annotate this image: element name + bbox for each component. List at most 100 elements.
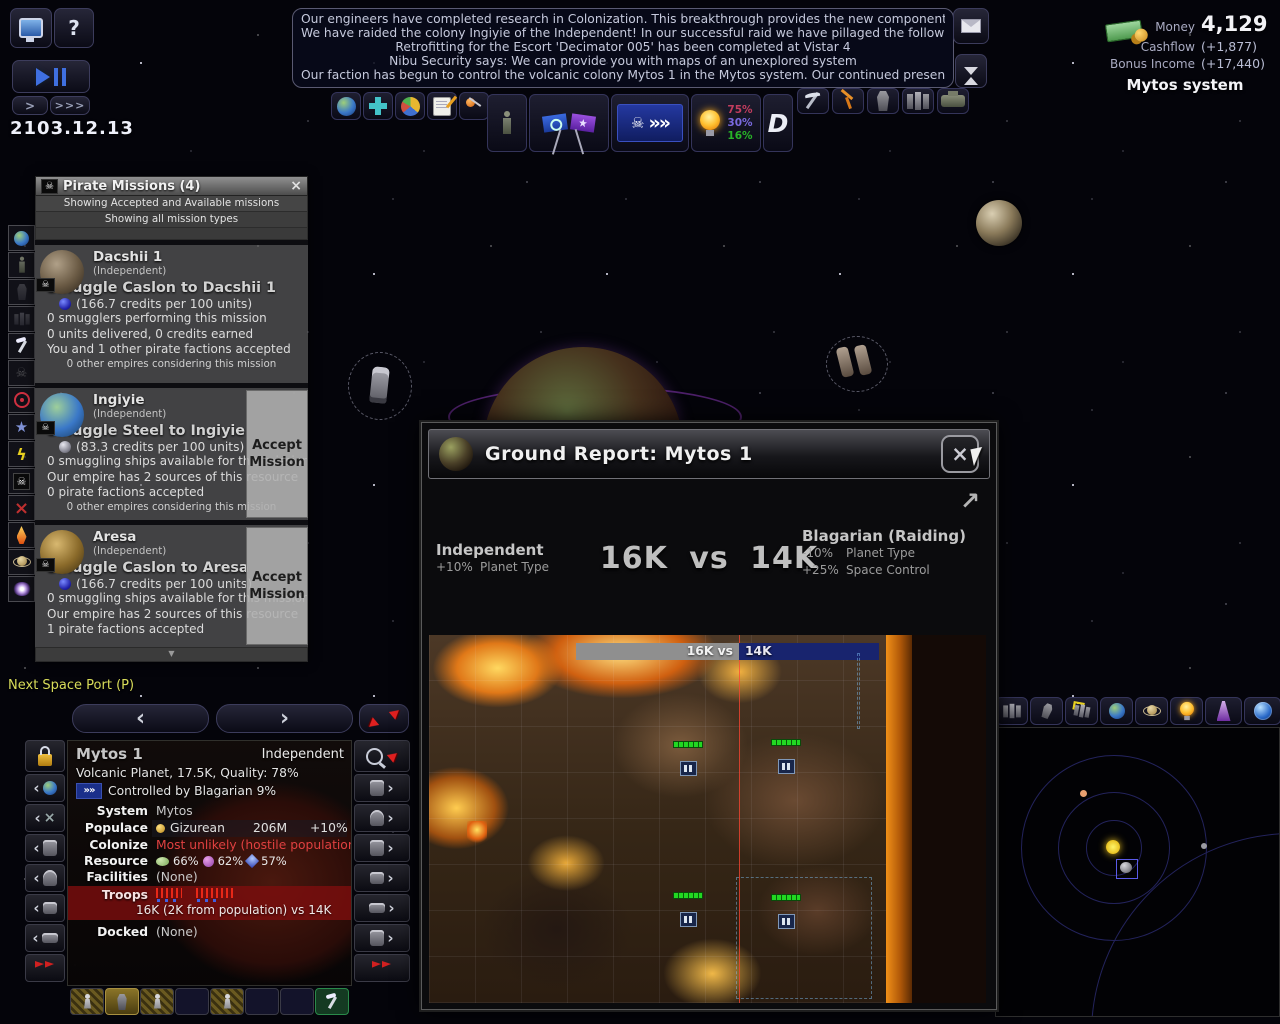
garrison-slot-empty[interactable] xyxy=(175,988,209,1015)
event-message[interactable]: Retrofitting for the Escort 'Decimator 0… xyxy=(301,41,945,55)
garrison-slot-infantry[interactable] xyxy=(210,988,244,1015)
minimap-selection-box[interactable] xyxy=(1116,859,1138,879)
ship-selection-1[interactable] xyxy=(348,352,412,420)
options-button[interactable] xyxy=(10,8,52,48)
next-ship-button[interactable]: › xyxy=(354,864,410,892)
galaxy-map-button[interactable] xyxy=(331,92,361,120)
sidebar-item-rockets[interactable] xyxy=(8,522,35,548)
sidebar-item-espionage[interactable]: ☠ xyxy=(8,360,35,386)
show-nebula-button[interactable] xyxy=(1205,697,1242,725)
construction-button[interactable] xyxy=(832,88,864,114)
next-ship-minimap-button[interactable] xyxy=(1030,697,1063,725)
mission-filter-accepted[interactable]: Showing Accepted and Available missions xyxy=(35,196,308,212)
garrison-slot-build[interactable] xyxy=(315,988,349,1015)
help-button[interactable]: ? xyxy=(54,8,94,48)
next-colony-button[interactable]: › xyxy=(354,774,410,802)
show-ringed-planets-button[interactable] xyxy=(1135,697,1168,725)
close-icon[interactable]: × xyxy=(290,178,302,194)
sidebar-item-planets[interactable] xyxy=(8,549,35,575)
sidebar-item-energy[interactable]: ϟ xyxy=(8,441,35,467)
minimap-sun[interactable] xyxy=(1106,840,1120,854)
event-message[interactable]: We have raided the colony Ingiyie of the… xyxy=(301,27,945,41)
pirate-missions-titlebar[interactable]: ☠ Pirate Missions (4) × xyxy=(35,176,308,196)
lock-selection-button[interactable] xyxy=(25,740,65,772)
accept-mission-button[interactable]: Accept Mission xyxy=(246,390,308,518)
prev-base-button[interactable]: ‹ xyxy=(25,924,65,952)
system-minimap[interactable] xyxy=(995,727,1280,1017)
garrison-slot-infantry[interactable] xyxy=(70,988,104,1015)
design-list-button[interactable] xyxy=(427,92,457,120)
prev-battle-button[interactable]: ‹× xyxy=(25,804,65,832)
sidebar-item-ships[interactable] xyxy=(8,306,35,332)
galaxy-view-button[interactable] xyxy=(1244,697,1280,725)
mining-button[interactable] xyxy=(797,88,829,114)
sidebar-item-favorites[interactable]: ★ xyxy=(8,414,35,440)
next-button[interactable]: › xyxy=(216,704,353,733)
minimap-planet-inner[interactable] xyxy=(1080,790,1087,797)
event-message[interactable]: Nibu Security says: We can provide you w… xyxy=(301,55,945,69)
next-station-minimap-button[interactable] xyxy=(1065,697,1098,725)
encyclopedia-button[interactable]: D xyxy=(763,94,793,152)
prev-troop-button[interactable]: ‹ xyxy=(25,834,65,862)
garrison-slot-infantry[interactable] xyxy=(140,988,174,1015)
previous-button[interactable]: ‹ xyxy=(72,704,209,733)
messages-button[interactable] xyxy=(953,8,989,44)
event-message[interactable]: Our faction has begun to control the vol… xyxy=(301,69,945,83)
next-base-button[interactable]: › xyxy=(354,924,410,952)
mission-filter-types[interactable]: Showing all mission types xyxy=(35,212,308,228)
characters-button[interactable] xyxy=(487,94,527,152)
research-button[interactable]: 75% 30% 16% xyxy=(691,94,761,152)
mission-list-scroll-down[interactable]: ▼ xyxy=(35,647,308,662)
pirate-relations-button[interactable]: ☠ »» xyxy=(611,94,689,152)
show-research-button[interactable] xyxy=(1170,697,1203,725)
sidebar-item-war[interactable]: × xyxy=(8,495,35,521)
ship-selection-2[interactable] xyxy=(826,336,888,392)
ground-battle-map[interactable]: 16K vs 14K xyxy=(429,635,986,1003)
troop-button[interactable] xyxy=(867,88,899,114)
garrison-slot-mech[interactable] xyxy=(105,988,139,1015)
diplomacy-button[interactable] xyxy=(529,94,609,152)
zoom-to-button[interactable] xyxy=(354,740,410,772)
jump-to-button[interactable] xyxy=(359,704,409,733)
next-battle-button[interactable]: › xyxy=(354,804,410,832)
prev-ship-button[interactable]: ‹ xyxy=(25,864,65,892)
minimap-planet-outer[interactable] xyxy=(1201,843,1207,849)
mission-card-dacshii[interactable]: ☠ Dacshii 1 (Independent) Smuggle Caslon… xyxy=(35,245,308,383)
garrison-slot-empty[interactable] xyxy=(280,988,314,1015)
prev-target-button[interactable] xyxy=(25,954,65,982)
mission-card-ingiyie[interactable]: ☠ Ingiyie (Independent) Smuggle Steel to… xyxy=(35,388,308,520)
troop-group-button[interactable] xyxy=(902,88,934,114)
defending-unit[interactable] xyxy=(680,761,697,776)
planet-top-right[interactable] xyxy=(976,200,1022,246)
sidebar-item-attack-target[interactable] xyxy=(8,387,35,413)
play-pause-button[interactable] xyxy=(12,60,90,93)
event-message[interactable]: Our engineers have completed research in… xyxy=(301,13,945,27)
event-message-log[interactable]: Our engineers have completed research in… xyxy=(292,8,954,88)
sidebar-item-explore[interactable] xyxy=(8,576,35,602)
show-planets-button[interactable] xyxy=(1100,697,1133,725)
prev-fleet-button[interactable]: ‹ xyxy=(25,894,65,922)
sidebar-item-troops[interactable] xyxy=(8,279,35,305)
sidebar-item-construction[interactable] xyxy=(8,333,35,359)
expand-button[interactable]: ↗ xyxy=(960,487,980,515)
next-target-button[interactable] xyxy=(354,954,410,982)
accept-mission-button[interactable]: Accept Mission xyxy=(246,527,308,645)
defending-unit[interactable] xyxy=(778,759,795,774)
vehicles-button[interactable] xyxy=(937,88,969,114)
mission-card-aresa[interactable]: ☠ Aresa (Independent) Smuggle Caslon to … xyxy=(35,525,308,647)
show-fleets-button[interactable] xyxy=(995,697,1028,725)
sidebar-item-characters[interactable] xyxy=(8,252,35,278)
next-troop-button[interactable]: › xyxy=(354,834,410,862)
ground-report-titlebar[interactable]: Ground Report: Mytos 1 × xyxy=(428,429,990,479)
sidebar-item-pirate-missions[interactable]: ☠ xyxy=(8,468,35,494)
prev-colony-button[interactable]: ‹ xyxy=(25,774,65,802)
next-fleet-button[interactable]: › xyxy=(354,894,410,922)
designs-button[interactable] xyxy=(459,92,489,120)
defending-unit[interactable] xyxy=(680,912,697,927)
system-value[interactable]: Mytos xyxy=(156,804,193,818)
event-history-button[interactable] xyxy=(955,54,987,88)
sidebar-item-galaxy[interactable] xyxy=(8,225,35,251)
speed-fast-button[interactable]: >>> xyxy=(50,96,90,115)
expand-view-button[interactable] xyxy=(363,92,393,120)
burning-unit[interactable] xyxy=(467,821,487,843)
